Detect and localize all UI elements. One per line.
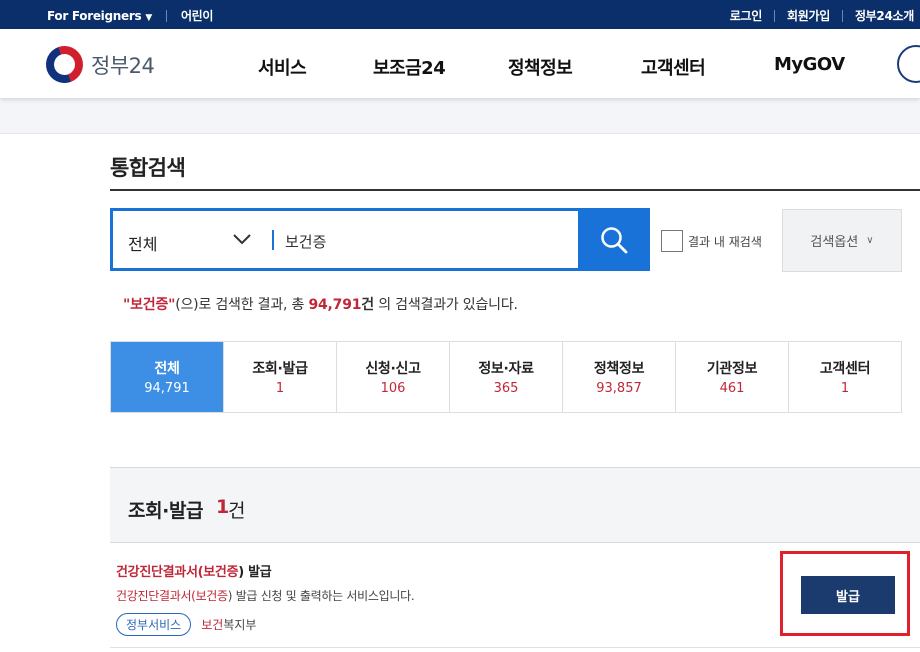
- logo-text: 정부24: [91, 53, 155, 78]
- tab-count: 365: [493, 381, 519, 396]
- tab-count: 1: [840, 381, 850, 396]
- tab-customer-center[interactable]: 고객센터 1: [789, 342, 901, 412]
- search-box: 전체 보건증: [110, 208, 650, 271]
- category-tabs: 전체 94,791 조회·발급 1 신청·신고 106 정보·자료 365 정책…: [110, 341, 902, 413]
- tab-label: 조회·발급: [252, 361, 308, 377]
- nav-mygov[interactable]: MyGOV: [774, 54, 845, 75]
- divider: [773, 9, 775, 22]
- section-unit: 건: [228, 500, 246, 522]
- tab-label: 기관정보: [706, 361, 758, 377]
- nav-policy-info[interactable]: 정책정보: [508, 54, 573, 80]
- tab-apply-report[interactable]: 신청·신고 106: [337, 342, 450, 412]
- summary-unit: 건: [361, 297, 374, 313]
- result-desc-keyword: 보건증: [195, 589, 229, 603]
- nav-customer-center[interactable]: 고객센터: [641, 54, 706, 80]
- search-options-label: 검색옵션: [810, 235, 859, 250]
- nav-services[interactable]: 서비스: [258, 54, 307, 80]
- result-title-keyword: 보건증: [203, 565, 239, 580]
- result-summary: "보건증"(으)로 검색한 결과, 총 94,791건 의 검색결과가 있습니다…: [123, 294, 518, 314]
- tab-agency-info[interactable]: 기관정보 461: [676, 342, 789, 412]
- section-title: 조회·발급: [128, 500, 204, 522]
- search-scope-select[interactable]: 전체: [128, 231, 157, 255]
- utility-right: 로그인 회원가입 정부24소개: [730, 7, 915, 24]
- kids-link[interactable]: 어린이: [181, 7, 214, 24]
- summary-total: 94,791: [308, 297, 362, 313]
- utility-left: For Foreigners ▼ 어린이: [47, 7, 213, 24]
- about-link[interactable]: 정부24소개: [855, 7, 914, 24]
- issue-button[interactable]: 발급: [801, 576, 895, 614]
- header-search-icon[interactable]: [897, 45, 920, 83]
- result-title-part: 건강진단결과서(: [116, 565, 204, 580]
- result-tags: 정부서비스 보건복지부: [116, 613, 256, 636]
- tab-policy-info[interactable]: 정책정보 93,857: [563, 342, 676, 412]
- signup-link[interactable]: 회원가입: [787, 7, 830, 24]
- top-utility-bar: For Foreigners ▼ 어린이 로그인 회원가입 정부24소개: [0, 0, 920, 29]
- tab-inquiry-issue[interactable]: 조회·발급 1: [224, 342, 337, 412]
- tab-info-data[interactable]: 정보·자료 365: [450, 342, 563, 412]
- tab-count: 461: [719, 381, 745, 396]
- caret-down-icon: ▼: [145, 12, 152, 23]
- agency-rest: 복지부: [223, 618, 257, 632]
- summary-text: (으)로 검색한 결과, 총: [175, 297, 309, 313]
- nav-subsidy24[interactable]: 보조금24: [373, 54, 446, 80]
- search-icon: [601, 226, 628, 253]
- main-header: 정부24 서비스 보조금24 정책정보 고객센터 MyGOV: [0, 29, 920, 98]
- divider: [841, 9, 843, 22]
- page-title: 통합검색: [110, 156, 186, 180]
- for-foreigners-label: For Foreigners: [47, 8, 142, 23]
- summary-keyword: "보건증": [123, 297, 176, 313]
- tab-count: 94,791: [144, 381, 190, 396]
- result-title-link[interactable]: 건강진단결과서(보건증) 발급: [116, 561, 272, 580]
- section-header: 조회·발급 1 건: [110, 467, 920, 543]
- taegeuk-emblem-icon: [40, 40, 89, 89]
- chevron-down-icon[interactable]: [231, 228, 253, 250]
- tab-label: 정보·자료: [478, 361, 534, 377]
- login-link[interactable]: 로그인: [730, 7, 763, 24]
- tab-all[interactable]: 전체 94,791: [111, 342, 224, 412]
- research-within-results[interactable]: 결과 내 재검색: [661, 230, 762, 252]
- search-input[interactable]: 보건증: [285, 231, 326, 252]
- tab-label: 신청·신고: [365, 361, 421, 377]
- chevron-down-icon: ∨: [866, 235, 874, 246]
- result-desc-part: 건강진단결과서(: [116, 589, 196, 603]
- result-title-part: ) 발급: [238, 565, 272, 580]
- search-options-button[interactable]: 검색옵션 ∨: [782, 209, 902, 272]
- title-divider: [110, 189, 920, 191]
- tab-count: 93,857: [596, 381, 642, 396]
- research-label: 결과 내 재검색: [688, 234, 762, 249]
- research-checkbox[interactable]: [661, 230, 683, 252]
- result-description: 건강진단결과서(보건증) 발급 신청 및 출력하는 서비스입니다.: [116, 587, 415, 604]
- sub-header-band: [0, 98, 920, 134]
- agency-keyword: 보건: [201, 618, 224, 632]
- tab-label: 전체: [154, 361, 180, 377]
- tab-label: 고객센터: [819, 361, 871, 377]
- for-foreigners-link[interactable]: For Foreigners ▼: [47, 9, 152, 23]
- input-caret: [272, 230, 274, 250]
- agency-name: 보건복지부: [201, 616, 256, 633]
- service-type-tag[interactable]: 정부서비스: [116, 613, 192, 636]
- divider: [165, 9, 167, 22]
- site-logo[interactable]: 정부24: [40, 40, 155, 89]
- summary-text-end: 의 검색결과가 있습니다.: [373, 297, 518, 313]
- search-button[interactable]: [578, 208, 650, 271]
- tab-count: 1: [275, 381, 285, 396]
- tab-count: 106: [380, 381, 406, 396]
- result-desc-part: ) 발급 신청 및 출력하는 서비스입니다.: [227, 589, 415, 603]
- tab-label: 정책정보: [593, 361, 645, 377]
